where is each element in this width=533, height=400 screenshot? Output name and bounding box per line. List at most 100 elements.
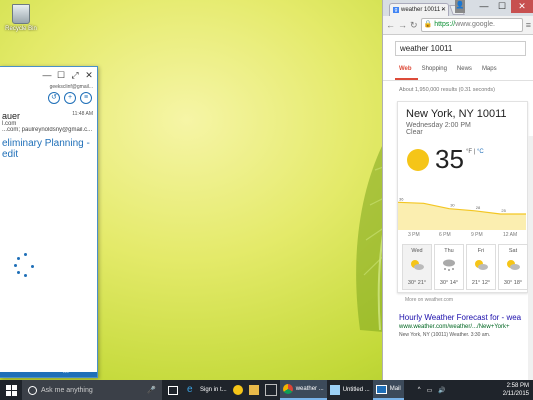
- task-view-button[interactable]: [162, 380, 184, 400]
- weather-location: New York, NY 10011: [406, 108, 507, 120]
- day-name: Fri: [477, 248, 485, 254]
- weather-card: New York, NY 10011 Wednesday 2:00 PM Cle…: [397, 101, 528, 293]
- search-query: weather 10011: [400, 44, 453, 53]
- partly-sunny-icon: [475, 260, 488, 270]
- forecast-days: Wed 30° 21° Thu 30° 14° Fri 21° 12° Sat …: [402, 244, 528, 290]
- taskbar: Ask me anything 🎤 e Sign in t... weather …: [0, 380, 533, 400]
- mail-time: 11:48 AM: [72, 111, 93, 117]
- day-high: 30°: [503, 280, 513, 286]
- chrome-window: g weather 10011 - ✕ 👤 — ☐ ✕ ← → ↻ 🔒 https…: [382, 0, 533, 381]
- temperature-chart: 36 30 28 25: [398, 196, 526, 230]
- unit-celsius[interactable]: °C: [477, 149, 484, 155]
- taskbar-item-label: Sign in t...: [200, 387, 227, 393]
- tab-maps[interactable]: Maps: [478, 66, 503, 80]
- notepad-icon: [329, 385, 340, 395]
- resize-icon[interactable]: ⤢: [69, 70, 81, 81]
- day-low: 14°: [449, 280, 459, 286]
- taskbar-item-notepad[interactable]: Untitled ...: [327, 380, 373, 400]
- taskbar-item-chrome[interactable]: weather ...: [279, 380, 327, 400]
- google-favicon-icon: g: [393, 7, 399, 13]
- mail-icon: [375, 384, 387, 394]
- mail-sender: auer: [2, 111, 21, 121]
- tab-shopping[interactable]: Shopping: [418, 66, 453, 80]
- forecast-day[interactable]: Sat 30° 18°: [498, 244, 528, 290]
- hour-label: 6 PM: [439, 232, 451, 238]
- browser-tab[interactable]: g weather 10011 - ✕: [389, 3, 449, 16]
- forecast-day[interactable]: Fri 21° 12°: [466, 244, 496, 290]
- minimize-icon[interactable]: —: [41, 70, 53, 80]
- forward-icon[interactable]: →: [398, 20, 407, 30]
- temperature-data-label: 28: [476, 205, 481, 210]
- close-icon[interactable]: ✕: [511, 0, 533, 13]
- microphone-icon[interactable]: 🎤: [147, 386, 156, 394]
- taskbar-item-media[interactable]: [262, 380, 280, 400]
- taskbar-item-emoji[interactable]: [230, 380, 246, 400]
- taskbar-search-placeholder: Ask me anything: [41, 386, 93, 394]
- minimize-icon[interactable]: —: [475, 0, 493, 13]
- start-button[interactable]: [0, 380, 22, 400]
- ie-icon: e: [187, 384, 193, 395]
- reload-icon[interactable]: ↻: [410, 20, 418, 31]
- tab-strip: g weather 10011 - ✕ 👤 — ☐ ✕: [383, 0, 533, 16]
- recycle-bin-label: Recycle Bin: [5, 26, 37, 32]
- snow-icon: [443, 259, 455, 271]
- maximize-icon[interactable]: ☐: [55, 70, 67, 81]
- maximize-icon[interactable]: ☐: [493, 0, 511, 13]
- sun-icon: [407, 149, 429, 171]
- day-low: 12°: [481, 280, 491, 286]
- close-icon[interactable]: ✕: [83, 70, 95, 81]
- clock[interactable]: 2:58 PM 2/11/2015: [503, 382, 529, 398]
- url-scheme: https://: [434, 21, 456, 28]
- reply-all-icon[interactable]: ↺: [48, 92, 60, 104]
- mail-subject[interactable]: eliminary Planning - edit: [2, 138, 93, 160]
- folder-icon: [248, 385, 259, 395]
- recycle-bin[interactable]: Recycle Bin: [4, 4, 38, 32]
- back-icon[interactable]: ←: [386, 20, 395, 30]
- tab-web[interactable]: Web: [395, 66, 418, 80]
- address-bar[interactable]: 🔒 https://www.google.: [420, 18, 523, 32]
- taskbar-item-mail[interactable]: Mail: [372, 380, 404, 400]
- day-high: 21°: [471, 280, 481, 286]
- temperature-data-label: 25: [501, 208, 506, 213]
- scrollbar[interactable]: [528, 136, 533, 381]
- menu-icon[interactable]: ≡: [526, 20, 531, 30]
- tab-news[interactable]: News: [453, 66, 478, 80]
- day-high: 30°: [439, 280, 449, 286]
- browser-tab-title: weather 10011 -: [401, 7, 444, 13]
- notification-chevron[interactable]: ^: [404, 380, 424, 400]
- taskbar-item-explorer[interactable]: [246, 380, 262, 400]
- result-title-link[interactable]: Hourly Weather Forecast for - wea: [383, 303, 533, 322]
- hour-label: 9 PM: [471, 232, 483, 238]
- photos-icon: [264, 384, 277, 396]
- cortana-icon: [28, 385, 37, 395]
- new-mail-icon[interactable]: +: [64, 92, 76, 104]
- forecast-day[interactable]: Wed 30° 21°: [402, 244, 432, 290]
- partly-sunny-icon: [411, 260, 424, 270]
- delete-icon[interactable]: ≡: [80, 92, 92, 104]
- network-icon[interactable]: ▭: [424, 380, 436, 400]
- weather-datetime: Wednesday 2:00 PM: [406, 122, 471, 129]
- recycle-bin-icon: [12, 4, 30, 24]
- user-icon[interactable]: 👤: [455, 0, 465, 13]
- forecast-day[interactable]: Thu 30° 14°: [434, 244, 464, 290]
- partly-sunny-icon: [507, 260, 520, 270]
- lock-icon: 🔒: [423, 21, 433, 28]
- taskbar-item-label: Mail: [389, 386, 401, 392]
- windows-logo-icon: [5, 384, 17, 396]
- volume-icon[interactable]: 🔊: [435, 380, 448, 400]
- mail-app-bar[interactable]: •••: [0, 370, 97, 377]
- mail-window: — ☐ ⤢ ✕ geeksclinf@gmail... ↺ + ≡ auer 1…: [0, 66, 98, 378]
- chrome-icon: [282, 384, 293, 394]
- url-host: www.google.: [455, 21, 495, 28]
- address-toolbar: ← → ↻ 🔒 https://www.google. ≡: [383, 16, 533, 35]
- task-view-icon: [168, 385, 178, 395]
- loading-spinner: [13, 253, 39, 279]
- taskbar-search[interactable]: Ask me anything 🎤: [22, 380, 162, 400]
- taskbar-item-ie[interactable]: e Sign in t...: [184, 380, 230, 400]
- result-url: www.weather.com/weather/.../New+York+: [399, 324, 510, 330]
- temperature-data-label: 36: [399, 196, 404, 201]
- taskbar-item-label: weather ...: [295, 386, 324, 392]
- search-input[interactable]: weather 10011: [395, 41, 526, 56]
- tab-close-icon[interactable]: ✕: [441, 4, 446, 16]
- more-weather-link[interactable]: More on weather.com: [383, 293, 533, 303]
